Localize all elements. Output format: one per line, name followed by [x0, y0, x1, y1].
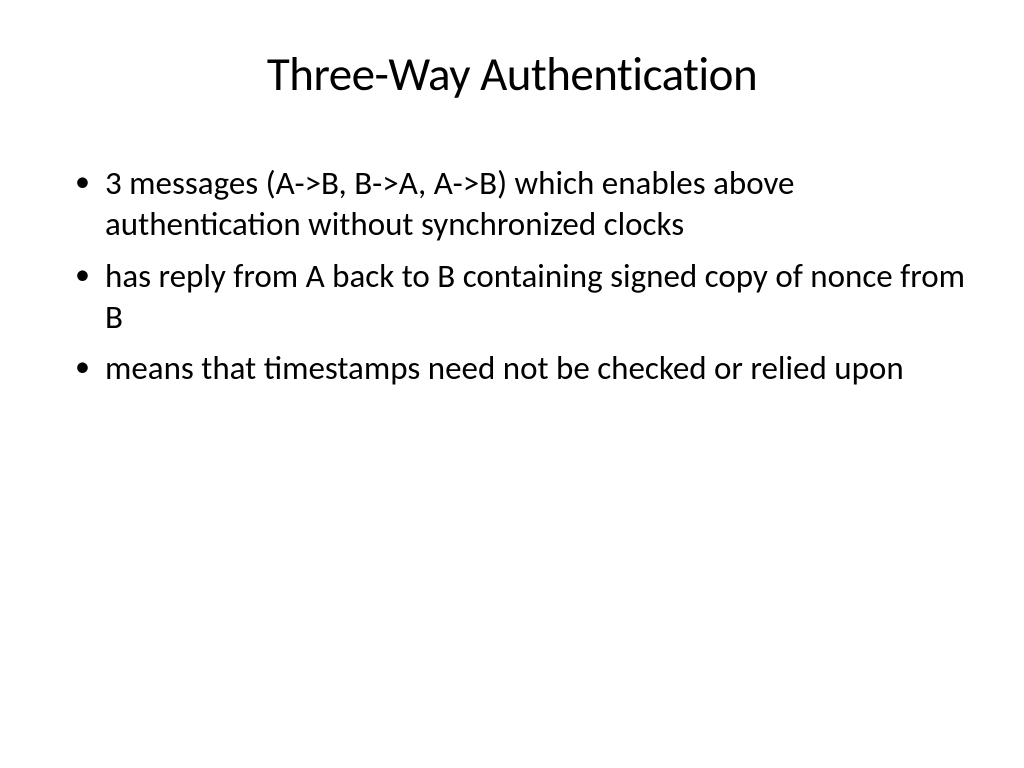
slide-container: Three-Way Authentication 3 messages (A->… — [0, 0, 1024, 768]
slide-title: Three-Way Authentication — [55, 45, 969, 103]
bullet-item: 3 messages (A->B, B->A, A->B) which enab… — [75, 163, 969, 246]
bullet-item: has reply from A back to B containing si… — [75, 256, 969, 339]
bullet-item: means that timestamps need not be checke… — [75, 348, 969, 389]
bullet-list: 3 messages (A->B, B->A, A->B) which enab… — [75, 163, 969, 389]
slide-content: 3 messages (A->B, B->A, A->B) which enab… — [55, 163, 969, 389]
